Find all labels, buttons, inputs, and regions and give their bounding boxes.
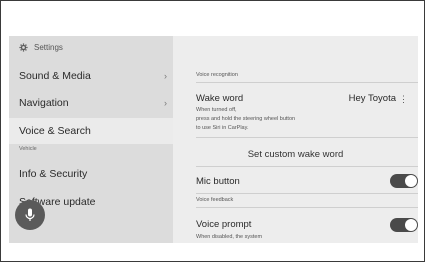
divider — [196, 137, 418, 138]
sidebar: Settings Sound & Media › Navigation › Vo… — [9, 36, 173, 243]
mic-button-title: Mic button — [196, 176, 240, 187]
mic-button-toggle[interactable] — [390, 174, 418, 188]
toggle-knob — [405, 175, 417, 187]
wake-word-desc-1: When turned off, — [196, 107, 237, 113]
sidebar-item-label: Info & Security — [19, 168, 88, 180]
more-vertical-icon[interactable]: ⋮ — [399, 95, 408, 104]
sidebar-item-info-security[interactable]: Info & Security — [9, 161, 173, 187]
sidebar-item-label: Sound & Media — [19, 70, 91, 82]
divider — [196, 207, 418, 208]
set-custom-wake-word-button[interactable]: Set custom wake word — [173, 149, 418, 160]
device-frame: Settings Sound & Media › Navigation › Vo… — [0, 0, 425, 262]
sidebar-item-voice-search[interactable]: Voice & Search — [9, 118, 173, 144]
sidebar-item-navigation[interactable]: Navigation › — [9, 90, 173, 116]
section-voice-recognition: Voice recognition — [196, 72, 238, 78]
voice-prompt-desc: When disabled, the system — [196, 234, 263, 240]
sidebar-title: Settings — [34, 43, 63, 52]
chevron-right-icon: › — [164, 98, 167, 108]
gear-icon — [19, 43, 28, 52]
wake-word-desc-2: press and hold the steering wheel button — [196, 116, 296, 122]
chevron-right-icon: › — [164, 71, 167, 81]
settings-screen: Settings Sound & Media › Navigation › Vo… — [9, 36, 418, 243]
wake-word-title: Wake word — [196, 93, 244, 104]
microphone-icon — [25, 208, 35, 221]
section-voice-feedback: Voice feedback — [196, 197, 234, 203]
mic-button[interactable] — [15, 200, 45, 230]
sidebar-item-sound-media[interactable]: Sound & Media › — [9, 63, 173, 89]
sidebar-header: Settings — [19, 43, 63, 52]
wake-word-desc-3: to use Siri in CarPlay. — [196, 125, 249, 131]
divider — [196, 166, 418, 167]
divider — [196, 82, 418, 83]
wake-word-value: Hey Toyota — [348, 93, 396, 104]
voice-prompt-title: Voice prompt — [196, 219, 252, 230]
sidebar-section-vehicle: Vehicle — [19, 146, 37, 152]
toggle-knob — [405, 219, 417, 231]
sidebar-item-label: Voice & Search — [19, 125, 91, 137]
main-panel: Voice recognition Wake word Hey Toyota ⋮… — [173, 36, 418, 243]
sidebar-item-label: Navigation — [19, 97, 69, 109]
divider — [196, 193, 418, 194]
voice-prompt-toggle[interactable] — [390, 218, 418, 232]
